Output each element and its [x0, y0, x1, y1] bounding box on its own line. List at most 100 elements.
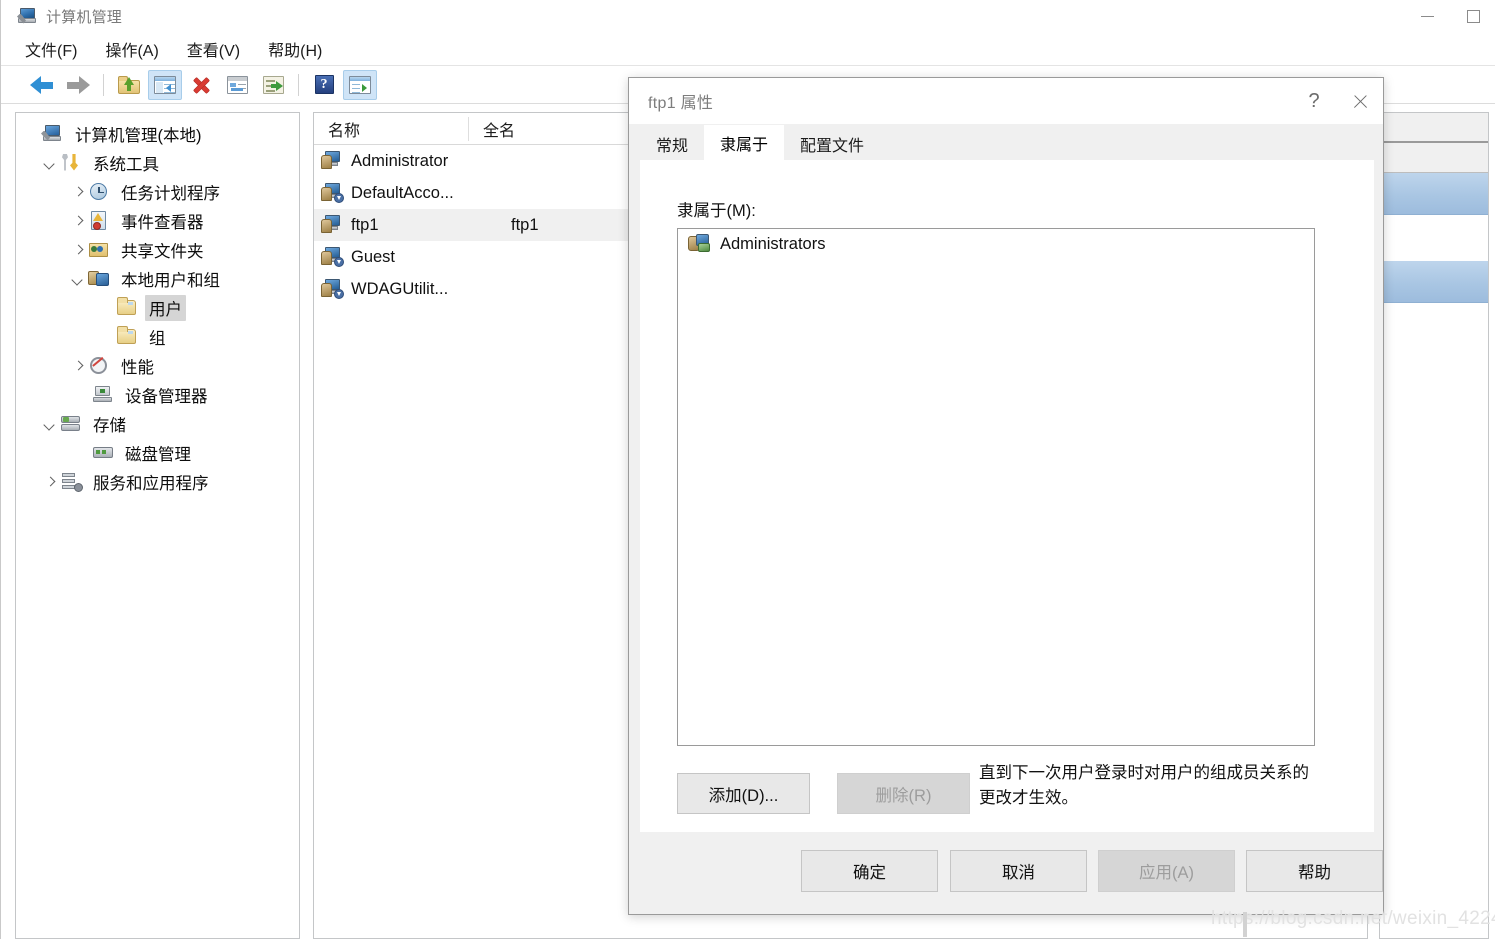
help-button-footer[interactable]: 帮助 — [1246, 850, 1383, 892]
tree-item-event-viewer[interactable]: 事件查看器 — [16, 206, 299, 235]
tree-item-label: 存储 — [93, 416, 126, 435]
export-list-button[interactable] — [256, 70, 290, 100]
forward-button[interactable] — [61, 70, 95, 100]
dialog-help-button[interactable]: ? — [1291, 78, 1337, 125]
show-console-tree-button[interactable] — [148, 69, 182, 100]
delete-button[interactable] — [184, 70, 218, 100]
window-title: 计算机管理 — [46, 9, 123, 26]
tree-item-users[interactable]: 用户 — [16, 293, 299, 322]
up-one-level-button[interactable] — [112, 70, 146, 100]
cell-name: ftp1 — [351, 215, 379, 234]
tab-profile[interactable]: 配置文件 — [784, 127, 881, 160]
text-cursor — [1243, 912, 1247, 937]
tree-item-services-and-applications[interactable]: 服务和应用程序 — [16, 467, 299, 496]
toolbar-separator-2 — [298, 73, 299, 96]
add-button[interactable]: 添加(D)... — [677, 773, 810, 814]
tree-item-label: 服务和应用程序 — [93, 474, 209, 493]
tree-item-label: 系统工具 — [93, 155, 159, 174]
chevron-down-icon[interactable] — [70, 271, 86, 287]
properties-icon — [226, 75, 248, 94]
tree-item-task-scheduler[interactable]: 任务计划程序 — [16, 177, 299, 206]
actions-pane-title — [1380, 113, 1488, 143]
disk-management-icon — [92, 443, 114, 463]
tab-member-of[interactable]: 隶属于 — [704, 125, 785, 160]
chevron-down-icon[interactable] — [42, 416, 58, 432]
tree-item-system-tools[interactable]: 系统工具 — [16, 148, 299, 177]
cell-name: DefaultAcco... — [351, 183, 454, 202]
folder-icon — [116, 325, 138, 347]
tree-item-disk-management[interactable]: 磁盘管理 — [16, 438, 299, 467]
chevron-right-icon[interactable] — [70, 213, 86, 229]
task-scheduler-icon — [88, 182, 110, 202]
back-arrow-icon — [30, 75, 54, 94]
event-viewer-icon — [88, 210, 110, 231]
tree-item-shared-folders[interactable]: 共享文件夹 — [16, 235, 299, 264]
tree-item-label: 本地用户和组 — [121, 271, 220, 290]
chevron-right-icon[interactable] — [70, 242, 86, 258]
tree-item-storage[interactable]: 存储 — [16, 409, 299, 438]
menu-bar: 文件(F) 操作(A) 查看(V) 帮助(H) — [1, 33, 1495, 66]
menu-help[interactable]: 帮助(H) — [258, 34, 332, 64]
window-controls — [1404, 0, 1495, 33]
menu-action[interactable]: 操作(A) — [95, 34, 168, 64]
tree-item-computer-management[interactable]: 计算机管理(本地) — [16, 119, 299, 148]
maximize-button[interactable] — [1450, 0, 1495, 33]
tree-item-local-users-and-groups[interactable]: 本地用户和组 — [16, 264, 299, 293]
cell-name: Guest — [351, 247, 396, 266]
tree-item-device-manager[interactable]: 设备管理器 — [16, 380, 299, 409]
toolbar-separator — [103, 73, 104, 96]
ok-button[interactable]: 确定 — [801, 850, 938, 892]
minimize-button[interactable] — [1404, 0, 1450, 33]
menu-file[interactable]: 文件(F) — [15, 34, 87, 64]
shared-folders-icon — [88, 240, 110, 260]
properties-button[interactable] — [220, 70, 254, 100]
cancel-button[interactable]: 取消 — [950, 850, 1087, 892]
console-tree-pane[interactable]: 计算机管理(本地) 系统工具 任务计划程序 事件查看器 共享文件夹 本地用户和组… — [15, 112, 300, 939]
menu-view[interactable]: 查看(V) — [177, 34, 250, 64]
tree-item-groups[interactable]: 组 — [16, 322, 299, 351]
chevron-right-icon[interactable] — [70, 358, 86, 374]
chevron-down-icon[interactable] — [42, 155, 58, 171]
tree-item-performance[interactable]: 性能 — [16, 351, 299, 380]
dialog-tabs: 常规 隶属于 配置文件 — [629, 125, 1383, 160]
list-item[interactable]: Administrators — [678, 229, 1314, 259]
user-icon — [321, 151, 344, 171]
tree-item-label: 共享文件夹 — [121, 242, 204, 261]
group-name: Administrators — [720, 234, 826, 253]
dialog-title-bar: ftp1 属性 ? — [629, 78, 1383, 125]
cell-name: Administrator — [351, 151, 449, 170]
actions-pane[interactable] — [1379, 112, 1489, 939]
export-list-icon — [262, 75, 284, 94]
user-disabled-icon — [321, 183, 344, 203]
member-of-listbox[interactable]: Administrators — [677, 228, 1315, 746]
cell-name: WDAGUtilit... — [351, 279, 449, 298]
local-users-icon — [88, 269, 110, 289]
apply-button: 应用(A) — [1098, 850, 1235, 892]
show-console-tree-icon — [154, 75, 176, 94]
show-action-pane-icon — [349, 75, 371, 94]
actions-group-body — [1380, 303, 1488, 349]
storage-icon — [60, 414, 82, 434]
chevron-right-icon[interactable] — [42, 474, 58, 490]
delete-x-icon — [191, 75, 211, 95]
watermark: https://blog.csdn.net/weixin_42249213 — [1211, 908, 1495, 929]
device-manager-icon — [92, 385, 114, 405]
column-header-name[interactable]: 名称 — [314, 117, 468, 141]
up-folder-icon — [118, 75, 140, 94]
close-icon — [1352, 93, 1369, 110]
actions-group-header[interactable] — [1380, 173, 1488, 215]
dialog-close-button[interactable] — [1337, 78, 1383, 125]
tree-item-label: 用户 — [145, 294, 186, 321]
actions-group-body — [1380, 215, 1488, 261]
tab-general[interactable]: 常规 — [640, 127, 705, 160]
back-button[interactable] — [25, 70, 59, 100]
show-action-pane-button[interactable] — [343, 69, 377, 100]
minimize-icon — [1420, 16, 1434, 17]
maximize-icon — [1466, 10, 1480, 23]
tree-item-label: 磁盘管理 — [125, 445, 191, 464]
actions-group-header[interactable] — [1380, 261, 1488, 303]
performance-icon — [88, 356, 110, 376]
help-button[interactable]: ? — [307, 70, 341, 100]
services-icon — [60, 472, 83, 492]
chevron-right-icon[interactable] — [70, 184, 86, 200]
